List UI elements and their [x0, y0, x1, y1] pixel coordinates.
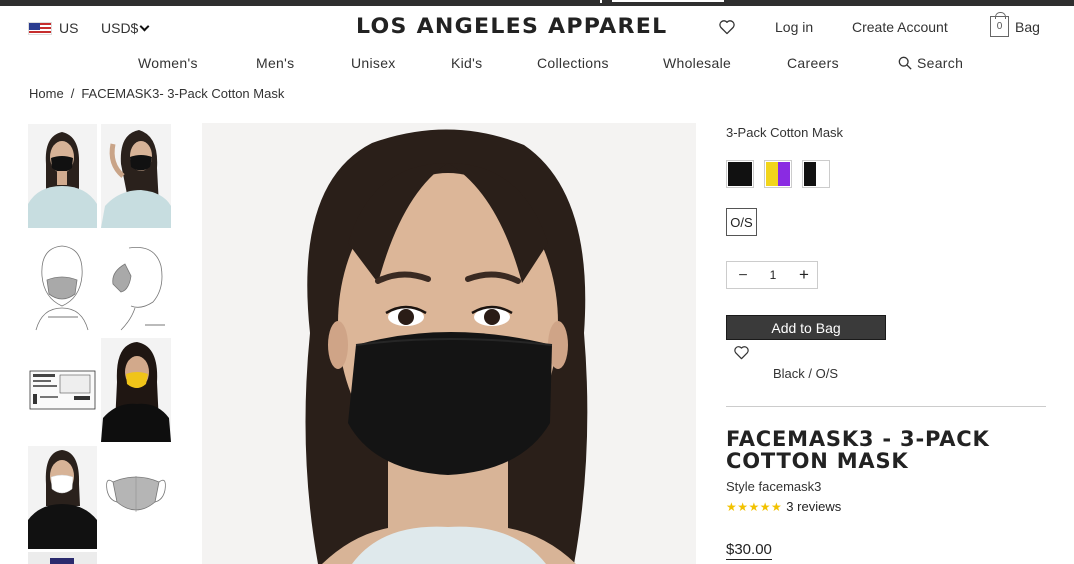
- swatch-yellow-purple[interactable]: [764, 160, 792, 188]
- swatch-black-fill: [728, 162, 752, 186]
- thumbnail-7[interactable]: [28, 446, 97, 549]
- nav-search[interactable]: Search: [898, 55, 963, 71]
- product-price: $30.00: [726, 541, 772, 560]
- breadcrumb-home[interactable]: Home: [29, 86, 64, 101]
- model-thumbnail-partial-image: [28, 552, 97, 564]
- nav-men[interactable]: Men's: [256, 55, 294, 71]
- breadcrumb-separator: /: [70, 86, 75, 101]
- thumbnail-1[interactable]: [28, 124, 97, 228]
- bag-count: 0: [996, 21, 1003, 32]
- nav-women[interactable]: Women's: [138, 55, 198, 71]
- mask-sketch-front-image: [28, 236, 97, 332]
- wishlist-heart-icon[interactable]: [718, 19, 736, 35]
- top-promo-bar: [0, 0, 1074, 6]
- model-white-mask-image: [28, 446, 97, 549]
- search-label: Search: [917, 55, 964, 71]
- bag-button[interactable]: 0 Bag: [990, 12, 1040, 37]
- thumbnail-6[interactable]: [101, 338, 171, 442]
- mask-flat-sketch-image: [101, 446, 171, 542]
- thumbnail-3[interactable]: [28, 236, 97, 332]
- mask-packaging-label-image: [28, 338, 97, 442]
- mask-sketch-side-image: [101, 236, 171, 332]
- reviews-count: 3 reviews: [786, 499, 842, 514]
- add-to-bag-button[interactable]: Add to Bag: [726, 315, 886, 340]
- product-rating[interactable]: ★★★★★ 3 reviews: [726, 499, 841, 514]
- model-black-mask-photo: [202, 123, 696, 564]
- add-to-wishlist-heart-icon[interactable]: [733, 345, 750, 360]
- nav-wholesale[interactable]: Wholesale: [663, 55, 731, 71]
- nav-careers[interactable]: Careers: [787, 55, 839, 71]
- thumbnail-5[interactable]: [28, 338, 97, 442]
- swatch-black-white[interactable]: [802, 160, 830, 188]
- site-logo[interactable]: LOS ANGELES APPAREL: [356, 14, 667, 38]
- nav-kids[interactable]: Kid's: [451, 55, 482, 71]
- swatch-black-white-fill: [804, 162, 828, 186]
- color-label: 3-Pack Cotton Mask: [726, 125, 844, 140]
- swatch-yellow-purple-fill: [766, 162, 790, 186]
- shopping-bag-icon: 0: [990, 12, 1009, 37]
- thumbnail-8[interactable]: [101, 446, 171, 542]
- search-icon: [898, 56, 912, 70]
- bag-label: Bag: [1015, 18, 1040, 35]
- currency-selector[interactable]: USD$: [101, 20, 150, 36]
- swatch-black[interactable]: [726, 160, 754, 188]
- login-link[interactable]: Log in: [775, 19, 813, 35]
- product-title: FACEMASK3 - 3-PACK COTTON MASK: [726, 427, 990, 473]
- chevron-down-icon: [139, 21, 150, 31]
- us-flag-icon: [28, 21, 52, 35]
- selected-variant: Black / O/S: [773, 366, 839, 381]
- model-side-mask-image: [101, 124, 171, 228]
- thumbnail-9[interactable]: [28, 552, 97, 564]
- breadcrumb: Home / FACEMASK3- 3-Pack Cotton Mask: [29, 86, 284, 101]
- quantity-plus-button[interactable]: +: [794, 265, 814, 285]
- main-nav: Women's Men's Unisex Kid's Collections W…: [0, 55, 1074, 73]
- quantity-stepper: − 1 +: [726, 261, 818, 289]
- main-product-image[interactable]: [202, 123, 696, 564]
- thumbnail-4[interactable]: [101, 236, 171, 332]
- currency-label: USD$: [101, 20, 139, 36]
- product-style: Style facemask3: [726, 479, 822, 494]
- model-yellow-mask-image: [101, 338, 171, 442]
- divider: [726, 406, 1046, 407]
- star-rating-icon: ★★★★★: [726, 499, 783, 514]
- quantity-minus-button[interactable]: −: [733, 266, 753, 286]
- breadcrumb-current: FACEMASK3- 3-Pack Cotton Mask: [81, 86, 285, 101]
- model-front-mask-image: [28, 124, 97, 228]
- size-option-os[interactable]: O/S: [726, 208, 757, 236]
- nav-unisex[interactable]: Unisex: [351, 55, 396, 71]
- country-label: US: [59, 20, 79, 36]
- country-selector[interactable]: US: [28, 20, 78, 36]
- nav-collections[interactable]: Collections: [537, 55, 609, 71]
- create-account-link[interactable]: Create Account: [852, 19, 948, 35]
- thumbnail-2[interactable]: [101, 124, 171, 228]
- quantity-value[interactable]: 1: [765, 268, 781, 282]
